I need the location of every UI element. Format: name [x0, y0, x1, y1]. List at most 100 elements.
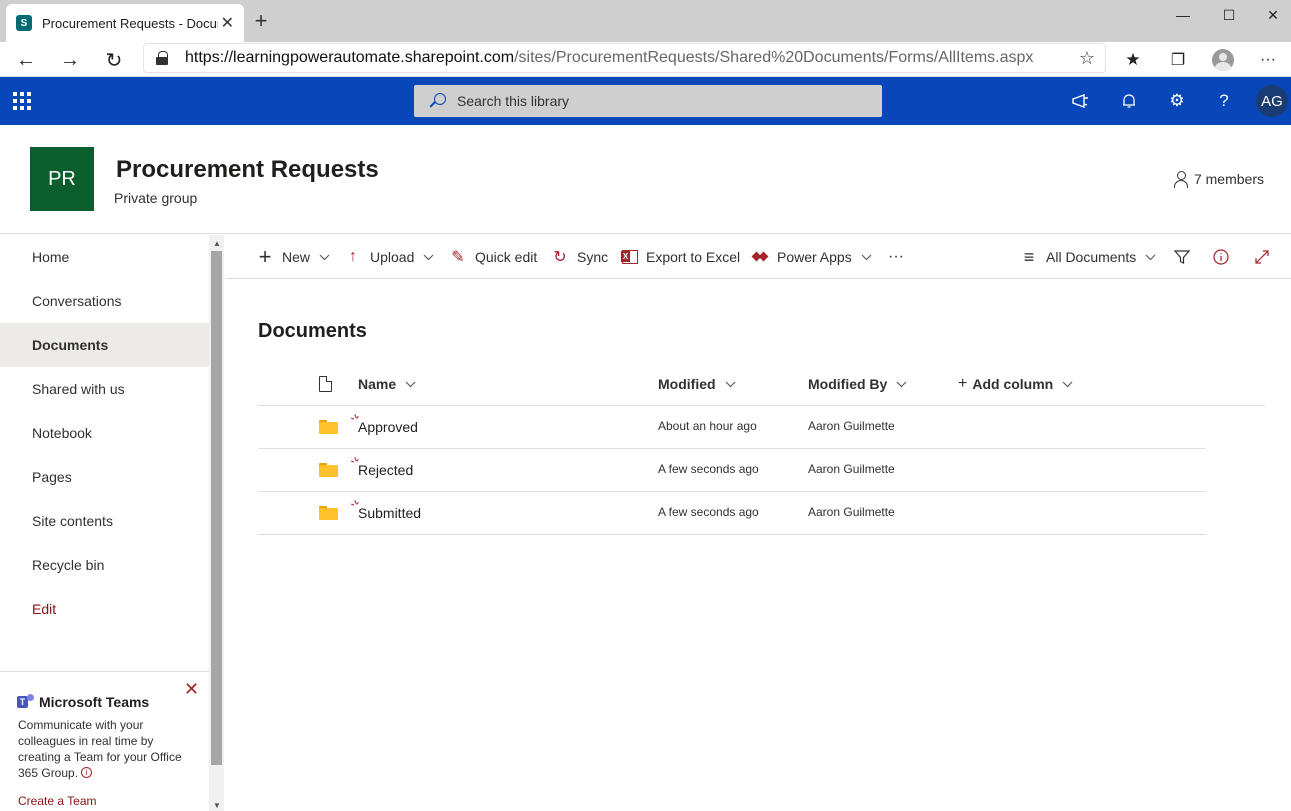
focus-mode-button[interactable]: [1254, 235, 1270, 279]
browser-tab-strip: S Procurement Requests - Documents ✕ + —…: [0, 0, 1291, 42]
user-avatar[interactable]: AG: [1256, 85, 1288, 117]
search-box[interactable]: Search this library: [414, 85, 882, 117]
close-window-button[interactable]: ✕: [1250, 0, 1291, 30]
teams-card-close-icon[interactable]: ✕: [184, 679, 199, 700]
nav-item-shared-with-us[interactable]: Shared with us: [0, 367, 209, 411]
new-label: New: [282, 249, 311, 265]
upload-button[interactable]: ↑ Upload: [344, 235, 434, 279]
view-selector[interactable]: ≡ All Documents: [1020, 235, 1156, 279]
modified-by-column-header[interactable]: Modified By: [808, 362, 907, 406]
quick-edit-button[interactable]: ✎ Quick edit: [449, 235, 537, 279]
row-modified: A few seconds ago: [658, 462, 759, 476]
library-title: Documents: [258, 320, 367, 342]
tab-close-icon[interactable]: ✕: [221, 13, 234, 33]
folder-icon: [319, 463, 338, 477]
person-icon: [1173, 171, 1188, 188]
search-placeholder: Search this library: [457, 93, 570, 109]
favorites-icon[interactable]: ★: [1118, 45, 1148, 75]
power-apps-button[interactable]: Power Apps: [753, 235, 872, 279]
nav-item-home[interactable]: Home: [0, 235, 209, 279]
upload-label: Upload: [370, 249, 415, 265]
members-button[interactable]: 7 members: [1173, 171, 1264, 188]
export-label: Export to Excel: [646, 249, 741, 265]
info-circle-icon: [1213, 249, 1229, 265]
site-title[interactable]: Procurement Requests: [116, 156, 379, 184]
site-logo[interactable]: PR: [30, 147, 94, 211]
nav-item-conversations[interactable]: Conversations: [0, 279, 209, 323]
chevron-down-icon: [1062, 381, 1073, 387]
modified-header-label: Modified: [658, 376, 716, 392]
add-column-button[interactable]: + Add column: [958, 362, 1073, 406]
more-options-button[interactable]: ···: [888, 235, 904, 279]
filter-icon: [1174, 250, 1190, 264]
scroll-down-arrow-icon[interactable]: ▼: [213, 801, 221, 810]
create-team-link[interactable]: Create a Team: [18, 794, 97, 808]
favorite-star-icon[interactable]: ☆: [1079, 48, 1095, 69]
help-icon[interactable]: ?: [1212, 89, 1236, 113]
url-field[interactable]: https://learningpowerautomate.sharepoint…: [143, 43, 1106, 73]
command-bar: + New ↑ Upload ✎ Quick edit ↻ Sync Expor…: [226, 235, 1291, 279]
feedback-icon[interactable]: [1069, 89, 1093, 113]
plus-icon: +: [958, 375, 968, 392]
notifications-bell-icon[interactable]: [1117, 89, 1141, 113]
browser-menu-button[interactable]: ···: [1253, 45, 1283, 75]
lock-icon[interactable]: [156, 51, 168, 65]
name-column-header[interactable]: Name: [358, 362, 416, 406]
address-bar: ← → ↻ https://learningpowerautomate.shar…: [0, 42, 1291, 77]
table-row[interactable]: Rejected A few seconds ago Aaron Guilmet…: [258, 449, 1206, 492]
row-modified-by[interactable]: Aaron Guilmette: [808, 505, 895, 519]
modified-column-header[interactable]: Modified: [658, 362, 736, 406]
scroll-up-arrow-icon[interactable]: ▲: [213, 239, 221, 248]
back-button[interactable]: ←: [11, 45, 41, 75]
left-nav-scrollbar[interactable]: ▲ ▼: [209, 235, 224, 811]
refresh-button[interactable]: ↻: [99, 45, 129, 75]
scrollbar-thumb[interactable]: [211, 251, 222, 765]
nav-item-site-contents[interactable]: Site contents: [0, 499, 209, 543]
settings-gear-icon[interactable]: ⚙: [1165, 89, 1189, 113]
row-name[interactable]: Rejected: [358, 462, 413, 478]
row-name[interactable]: Submitted: [358, 505, 421, 521]
upload-arrow-icon: ↑: [349, 248, 357, 265]
row-modified-by[interactable]: Aaron Guilmette: [808, 419, 895, 433]
browser-tab[interactable]: S Procurement Requests - Documents ✕: [6, 4, 244, 42]
export-to-excel-button[interactable]: Export to Excel: [621, 235, 741, 279]
name-header-label: Name: [358, 376, 397, 392]
tab-title: Procurement Requests - Documents: [42, 15, 218, 31]
nav-item-documents[interactable]: Documents: [0, 323, 209, 367]
chevron-down-icon: [725, 381, 735, 387]
folder-icon: [319, 420, 338, 434]
chevron-down-icon: [405, 381, 416, 387]
maximize-button[interactable]: ☐: [1206, 0, 1252, 30]
details-pane-button[interactable]: [1213, 235, 1229, 279]
new-tab-button[interactable]: +: [250, 10, 272, 32]
row-modified: About an hour ago: [658, 419, 757, 433]
site-header: PR Procurement Requests Private group 7 …: [0, 125, 1291, 234]
profile-button[interactable]: [1208, 45, 1238, 75]
file-type-icon: [319, 376, 332, 392]
view-label: All Documents: [1046, 249, 1137, 265]
modified-by-header-label: Modified By: [808, 376, 888, 392]
chevron-down-icon: [319, 254, 330, 260]
filter-button[interactable]: [1174, 235, 1190, 279]
row-modified-by[interactable]: Aaron Guilmette: [808, 462, 895, 476]
sync-icon: ↻: [553, 249, 567, 266]
members-label: 7 members: [1193, 171, 1264, 187]
nav-edit-link[interactable]: Edit: [0, 587, 209, 631]
url-path: /sites/ProcurementRequests/Shared%20Docu…: [514, 49, 1034, 66]
teams-card-description: Communicate with your colleagues in real…: [18, 717, 198, 781]
collections-icon[interactable]: ❐: [1163, 45, 1193, 75]
row-name[interactable]: Approved: [358, 419, 418, 435]
sync-button[interactable]: ↻ Sync: [551, 235, 608, 279]
info-icon[interactable]: i: [81, 767, 93, 778]
new-button[interactable]: + New: [256, 235, 330, 279]
file-type-header[interactable]: [319, 362, 332, 406]
table-row[interactable]: Approved About an hour ago Aaron Guilmet…: [258, 406, 1206, 449]
app-launcher-icon[interactable]: [13, 92, 31, 110]
nav-item-notebook[interactable]: Notebook: [0, 411, 209, 455]
nav-item-recycle-bin[interactable]: Recycle bin: [0, 543, 209, 587]
table-row[interactable]: Submitted A few seconds ago Aaron Guilme…: [258, 492, 1206, 535]
forward-button[interactable]: →: [55, 45, 85, 75]
minimize-button[interactable]: —: [1160, 0, 1206, 30]
teams-card-title: Microsoft Teams: [39, 694, 150, 710]
nav-item-pages[interactable]: Pages: [0, 455, 209, 499]
